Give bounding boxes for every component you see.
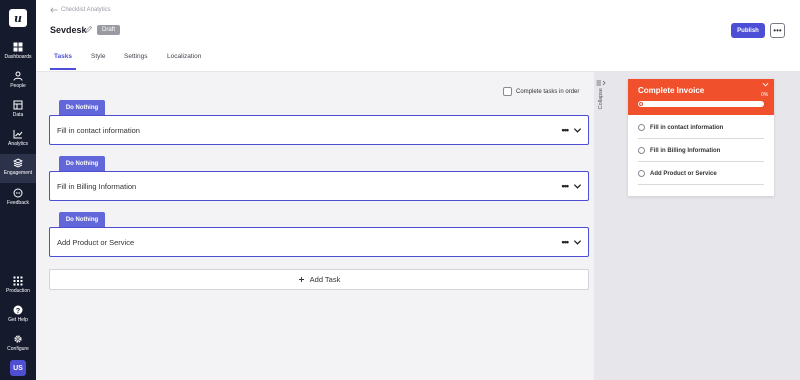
progress-bar-knob xyxy=(639,102,643,106)
engagement-icon xyxy=(13,158,23,168)
chevron-down-icon[interactable] xyxy=(573,238,582,247)
data-icon xyxy=(13,100,23,110)
task-action-tag[interactable]: Do Nothing xyxy=(59,212,105,227)
publish-button[interactable]: Publish xyxy=(731,23,765,38)
preview-header: Complete Invoice 0% xyxy=(628,79,774,115)
checklist-preview: Complete Invoice 0% Fill in contact info… xyxy=(628,79,774,196)
chevron-down-icon[interactable] xyxy=(762,81,769,88)
gear-icon xyxy=(14,335,22,343)
nav-item-dashboards[interactable]: Dashboards xyxy=(0,40,36,68)
collapse-label: Collapse xyxy=(598,88,604,110)
dashboard-icon xyxy=(13,42,23,52)
nav-item-feedback[interactable]: Feedback xyxy=(0,186,36,214)
grid-icon xyxy=(13,276,23,286)
nav-label: Feedback xyxy=(7,200,29,206)
nav-label: Dashboards xyxy=(4,54,32,60)
pencil-icon[interactable] xyxy=(84,25,93,34)
task-status-circle xyxy=(638,170,645,177)
preview-item[interactable]: Add Product or Service xyxy=(638,163,764,185)
progress-bar xyxy=(638,101,764,107)
arrow-left-icon xyxy=(50,7,58,13)
nav-item-get-help[interactable]: ? Get Help xyxy=(0,303,36,331)
app-logo[interactable]: u xyxy=(9,9,27,27)
complete-in-order-label: Complete tasks in order xyxy=(516,88,580,95)
plus-icon xyxy=(298,277,304,282)
chevron-down-icon[interactable] xyxy=(573,126,582,135)
add-task-label: Add Task xyxy=(309,275,341,284)
tab-style[interactable]: Style xyxy=(91,53,105,60)
add-task-button[interactable]: Add Task xyxy=(49,269,589,290)
task-action-tag[interactable]: Do Nothing xyxy=(59,100,105,115)
help-icon: ? xyxy=(13,305,23,315)
preview-title: Complete Invoice xyxy=(638,86,705,95)
task-menu-button[interactable]: ••• xyxy=(562,237,570,247)
page-header: Checklist Analytics Sevdesk Draft Publis… xyxy=(36,0,800,72)
task-status-circle xyxy=(638,124,645,131)
nav-item-production[interactable]: Production xyxy=(0,274,36,302)
task-name: Fill in contact information xyxy=(57,125,140,135)
task-name: Fill in Billing Information xyxy=(57,181,137,191)
people-icon xyxy=(13,71,23,81)
progress-percent: 0% xyxy=(761,92,769,98)
nav-label: Data xyxy=(12,112,24,118)
left-nav: u Dashboards People Data Analytics Engag… xyxy=(0,0,36,380)
nav-label: People xyxy=(10,83,26,89)
complete-in-order-checkbox[interactable] xyxy=(503,87,512,96)
nav-label: Production xyxy=(6,288,30,294)
preview-item[interactable]: Fill in contact information xyxy=(638,117,764,139)
nav-label: Configure xyxy=(7,346,29,352)
chevron-down-icon[interactable] xyxy=(573,182,582,191)
preview-item-label: Fill in contact information xyxy=(650,124,724,131)
nav-item-analytics[interactable]: Analytics xyxy=(0,127,36,155)
nav-item-configure[interactable]: Configure xyxy=(0,332,36,360)
nav-item-people[interactable]: People xyxy=(0,69,36,97)
complete-in-order-toggle[interactable]: Complete tasks in order xyxy=(503,87,579,96)
back-link[interactable]: Checklist Analytics xyxy=(50,7,111,13)
nav-label: Engagement xyxy=(3,170,33,176)
preview-item-label: Add Product or Service xyxy=(650,170,717,177)
back-link-label: Checklist Analytics xyxy=(61,7,111,13)
preview-item[interactable]: Fill in Billing Information xyxy=(638,140,764,162)
nav-item-data[interactable]: Data xyxy=(0,98,36,126)
task-status-circle xyxy=(638,147,645,154)
nav-label: Analytics xyxy=(7,141,28,147)
task-card[interactable]: Fill in contact information ••• xyxy=(49,115,589,145)
user-avatar[interactable]: US xyxy=(10,360,26,376)
nav-item-engagement[interactable]: Engagement xyxy=(0,154,36,183)
status-badge: Draft xyxy=(97,25,121,35)
svg-text:?: ? xyxy=(16,308,20,315)
tab-settings[interactable]: Settings xyxy=(124,53,148,60)
task-menu-button[interactable]: ••• xyxy=(562,125,570,135)
active-tab-indicator xyxy=(50,68,76,70)
task-name: Add Product or Service xyxy=(57,237,135,247)
collapse-icon xyxy=(596,80,606,86)
task-card[interactable]: Fill in Billing Information ••• xyxy=(49,171,589,201)
task-action-tag[interactable]: Do Nothing xyxy=(59,156,105,171)
collapse-preview-toggle[interactable]: Collapse xyxy=(594,80,608,120)
tab-tasks[interactable]: Tasks xyxy=(54,53,72,60)
page-title: Sevdesk xyxy=(50,25,87,35)
more-options-button[interactable]: ••• xyxy=(770,23,785,38)
nav-label: Get Help xyxy=(8,317,28,323)
task-card[interactable]: Add Product or Service ••• xyxy=(49,227,589,257)
task-menu-button[interactable]: ••• xyxy=(562,181,570,191)
preview-item-label: Fill in Billing Information xyxy=(650,147,721,154)
tab-localization[interactable]: Localization xyxy=(167,53,201,60)
feedback-icon xyxy=(13,188,23,198)
analytics-icon xyxy=(13,130,23,139)
